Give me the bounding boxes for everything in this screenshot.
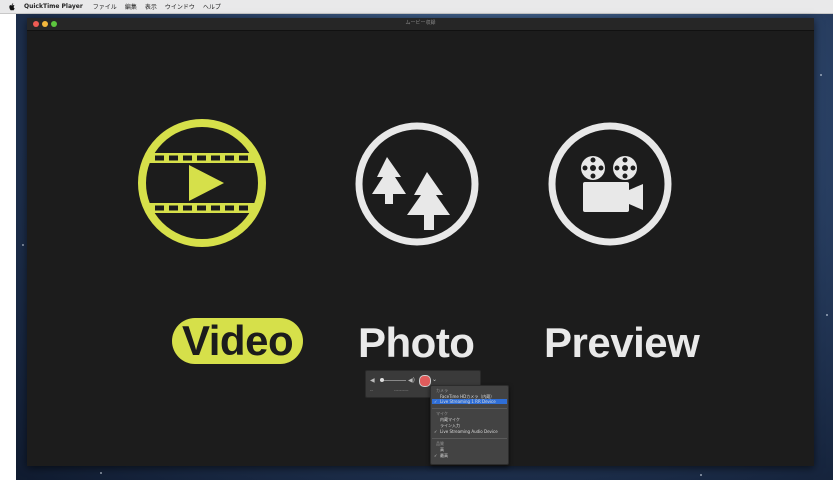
preview-tile[interactable] bbox=[545, 120, 675, 254]
menu-item-mic-live[interactable]: Live Streaming Audio Device bbox=[440, 429, 498, 434]
star bbox=[820, 74, 822, 76]
menu-view[interactable]: 表示 bbox=[145, 2, 157, 11]
star bbox=[22, 244, 24, 246]
menu-app-name[interactable]: QuickTime Player bbox=[24, 3, 83, 10]
menu-bar: QuickTime Player ファイル 編集 表示 ウインドウ ヘルプ bbox=[0, 0, 833, 14]
menu-window[interactable]: ウインドウ bbox=[165, 2, 195, 11]
preview-label[interactable]: Preview bbox=[544, 320, 700, 366]
star bbox=[700, 474, 702, 476]
check-icon: ✓ bbox=[434, 453, 438, 458]
video-label[interactable]: Video bbox=[172, 318, 304, 364]
menu-item-quality-max[interactable]: 最高 bbox=[440, 453, 448, 459]
trees-icon bbox=[355, 122, 479, 246]
menu-file[interactable]: ファイル bbox=[93, 2, 117, 11]
menu-help[interactable]: ヘルプ bbox=[203, 2, 221, 11]
menu-separator bbox=[432, 408, 507, 409]
check-icon: ✓ bbox=[434, 429, 438, 434]
record-options-menu: カメラ FaceTime HDカメラ（内蔵） ✓ Live Streaming … bbox=[430, 385, 509, 465]
film-play-icon bbox=[138, 119, 266, 247]
options-chevron-icon[interactable]: ⌄ bbox=[432, 376, 437, 383]
star bbox=[826, 314, 828, 316]
volume-high-icon: ◀) bbox=[408, 377, 415, 384]
video-tile[interactable] bbox=[137, 118, 267, 252]
menu-edit[interactable]: 編集 bbox=[125, 2, 137, 11]
apple-icon[interactable] bbox=[8, 2, 16, 11]
size-readout: ---------- bbox=[394, 388, 409, 393]
photo-tile[interactable] bbox=[341, 120, 493, 254]
volume-slider-knob[interactable] bbox=[380, 378, 384, 382]
desktop-edge bbox=[0, 14, 16, 480]
photo-label[interactable]: Photo bbox=[358, 320, 475, 366]
time-readout: -- bbox=[370, 388, 373, 393]
menu-separator bbox=[432, 438, 507, 439]
volume-low-icon: ◀ bbox=[370, 377, 375, 384]
movie-camera-icon bbox=[548, 122, 672, 246]
check-icon: ✓ bbox=[434, 399, 438, 404]
star bbox=[100, 472, 102, 474]
window-title: ムービー収録 bbox=[405, 20, 436, 26]
menu-item-camera-live[interactable]: Live Streaming 1 RR Device bbox=[440, 399, 496, 404]
quicktime-window: ムービー収録 Video Photo Preview ◀ ◀) ⌄ -- ---… bbox=[27, 18, 814, 466]
title-bar[interactable]: ムービー収録 bbox=[27, 18, 814, 31]
